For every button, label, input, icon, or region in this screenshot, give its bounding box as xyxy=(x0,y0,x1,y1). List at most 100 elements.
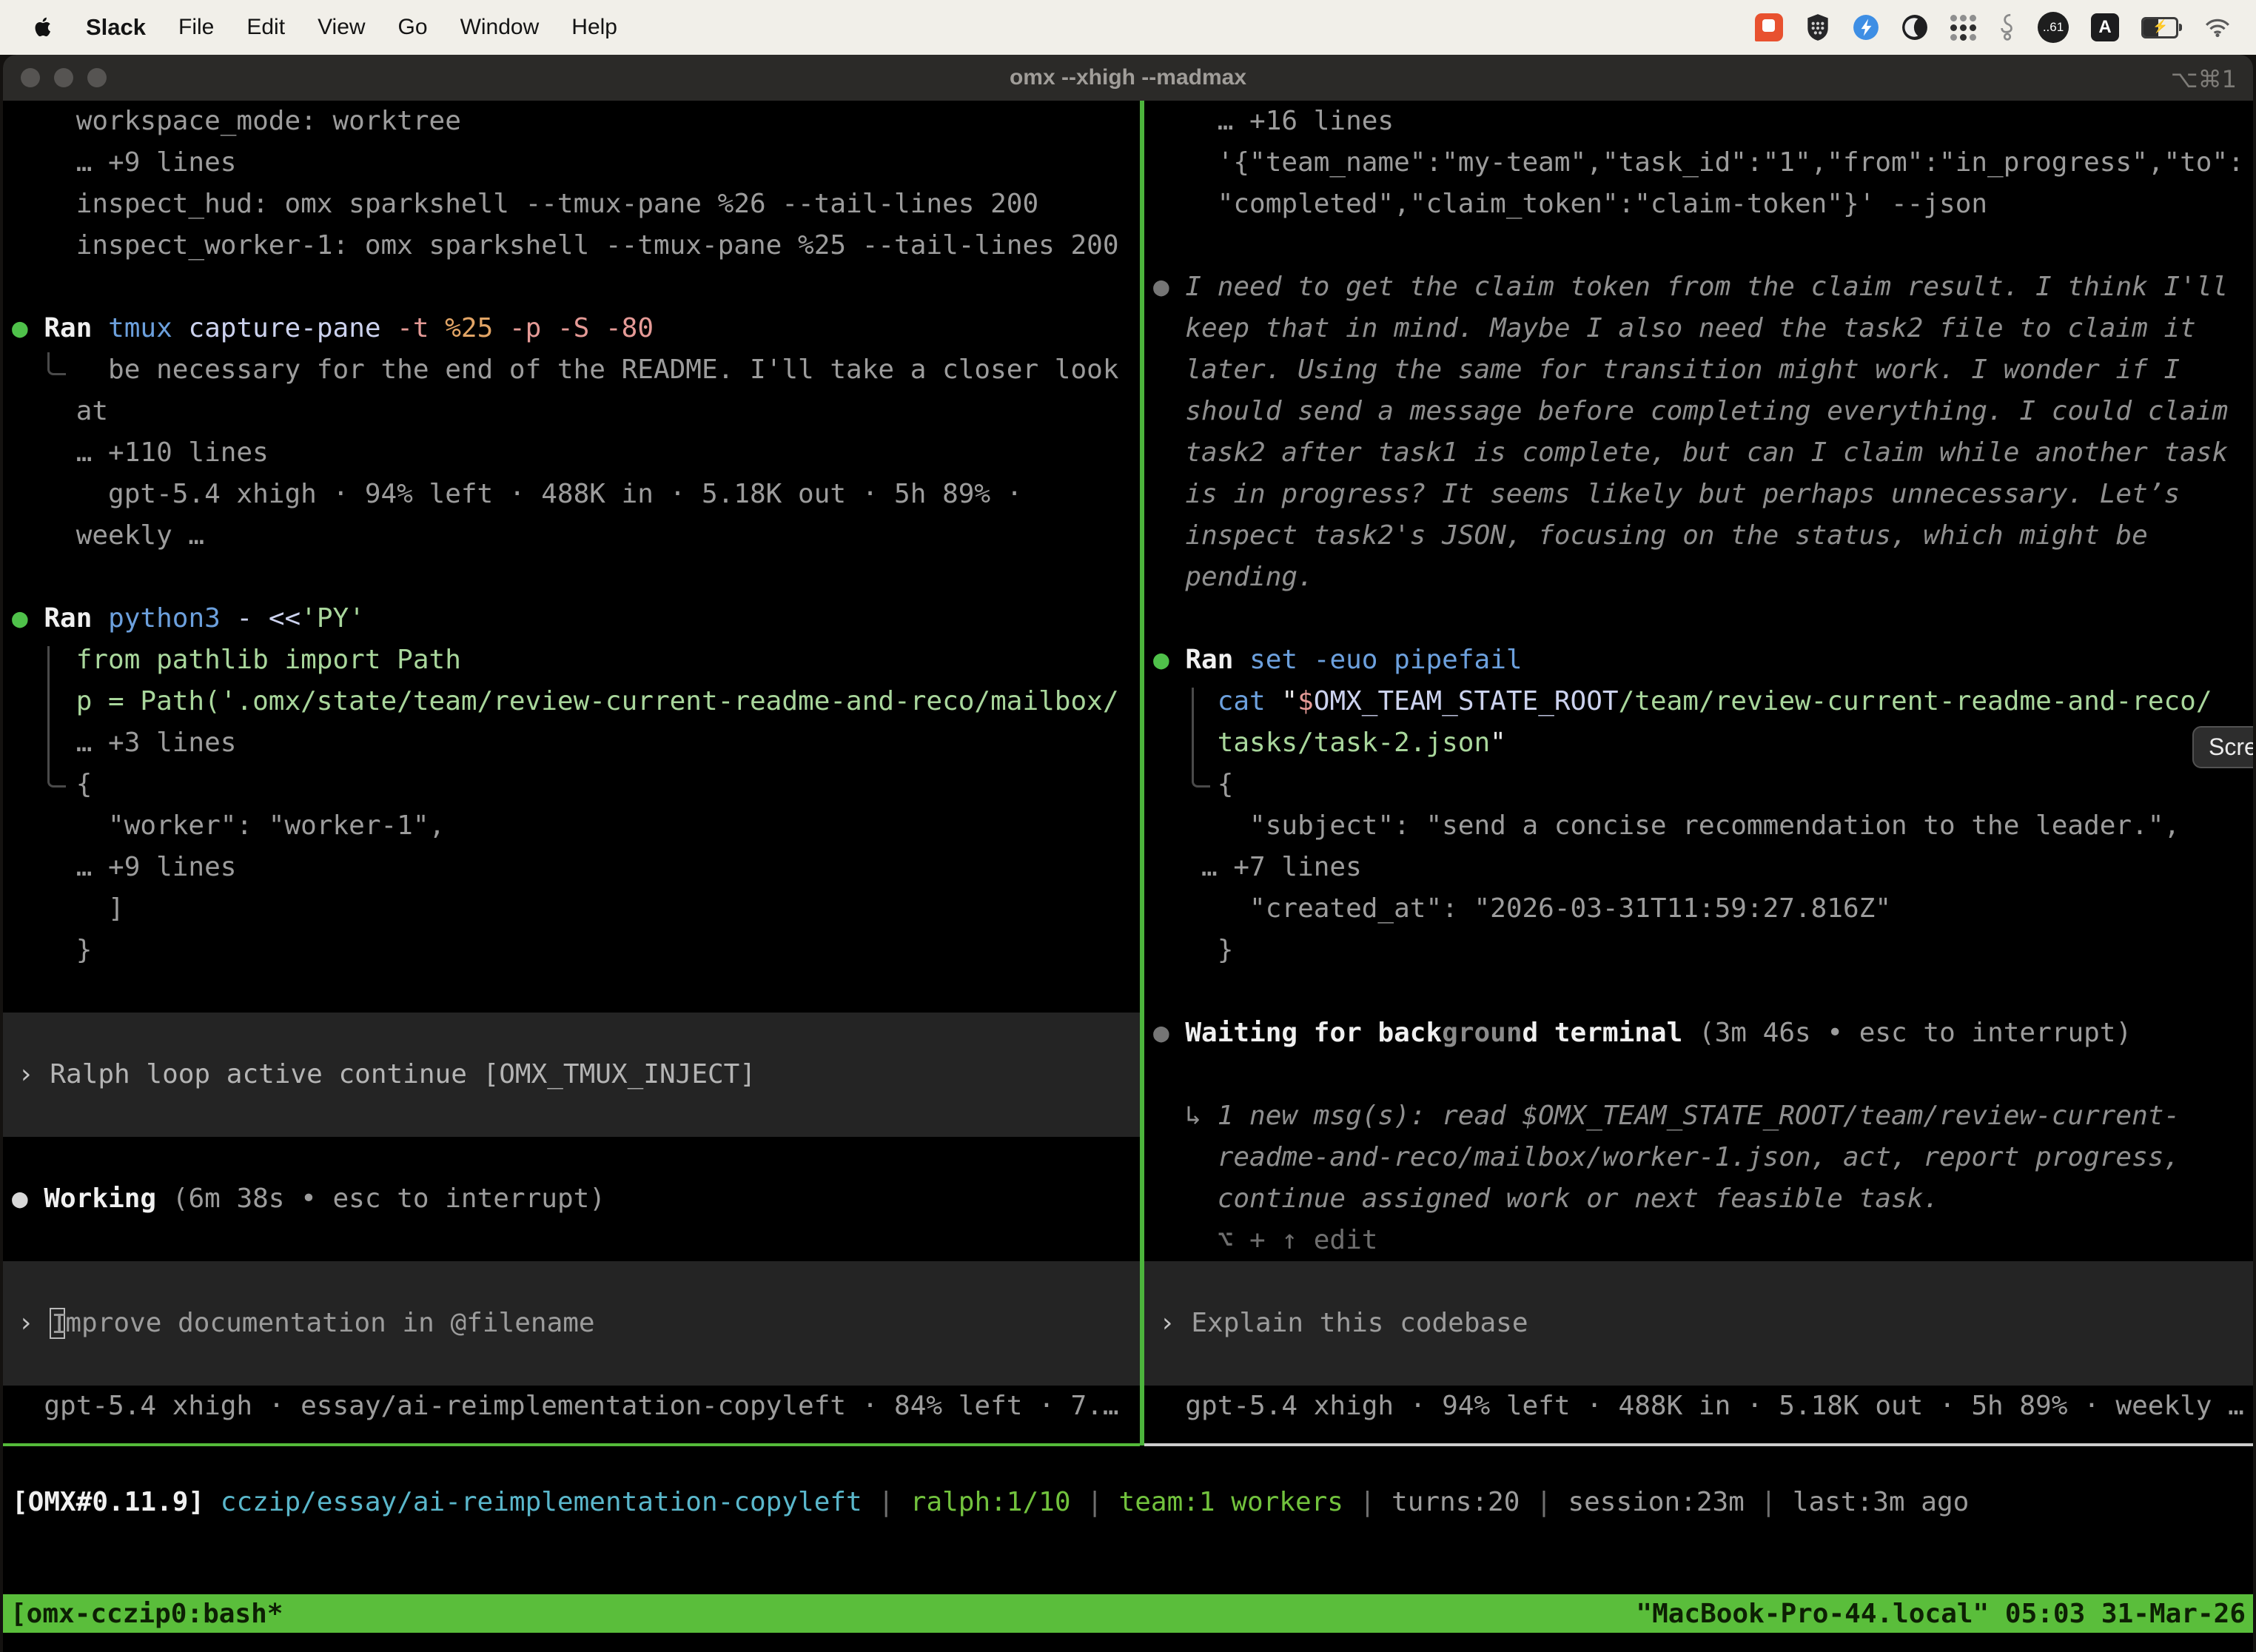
omx-status-line: [OMX#0.11.9] cczip/essay/ai-reimplementa… xyxy=(3,1482,2253,1523)
terminal-row: } xyxy=(1153,930,2253,971)
terminal-row: … +9 lines xyxy=(12,142,1140,184)
close-button[interactable] xyxy=(21,68,40,87)
text-cursor: I xyxy=(50,1308,65,1339)
hook-icon[interactable] xyxy=(1999,12,2015,43)
menu-file[interactable]: File xyxy=(178,15,214,40)
text-segment: ↳ 1 new msg(s): read $OMX_TEAM_STATE_ROO… xyxy=(1153,1101,2180,1131)
text-segment: team:1 workers xyxy=(1119,1487,1343,1517)
moon-circle-icon[interactable] xyxy=(1901,14,1928,41)
terminal-row: … +9 lines xyxy=(12,847,1140,888)
text-segment xyxy=(1169,1018,1186,1048)
text-segment: Ralph loop active continue [OMX_TMUX_INJ… xyxy=(50,1059,756,1089)
terminal-content: workspace_mode: worktree … +9 lines insp… xyxy=(3,101,2253,1652)
text-segment: … +9 lines xyxy=(12,147,236,178)
text-segment: ● xyxy=(1153,1018,1169,1048)
battery-charging-icon[interactable]: ⚡ xyxy=(2141,17,2182,38)
count-badge[interactable]: ..61 xyxy=(2038,12,2069,43)
terminal-row xyxy=(1153,1054,2253,1095)
text-segment: %25 xyxy=(429,313,494,343)
terminal-row: gpt-5.4 xhigh · essay/ai-reimplementatio… xyxy=(12,1386,1140,1427)
terminal-row: '{"team_name":"my-team","task_id":"1","f… xyxy=(1153,142,2253,184)
text-segment xyxy=(28,1183,44,1214)
text-segment: … +3 lines xyxy=(12,728,236,758)
text-segment: tmux xyxy=(92,313,172,343)
text-segment: groun xyxy=(1442,1018,1522,1048)
chat-app-icon[interactable] xyxy=(1755,13,1783,41)
apple-menu-icon[interactable] xyxy=(34,16,53,38)
screen-capture-tooltip: Scre xyxy=(2192,726,2253,768)
window-title: omx --xhigh --madmax xyxy=(3,65,2253,90)
text-segment: [OMX#0.11.9] xyxy=(12,1487,204,1517)
text-segment: /team/review-current-readme-and-reco/ xyxy=(1619,686,2212,716)
text-segment: keep that in mind. Maybe I also need the… xyxy=(1153,313,2196,343)
menu-window[interactable]: Window xyxy=(460,15,540,40)
text-segment: later. Using the same for transition mig… xyxy=(1153,355,2180,385)
text-segment: should send a message before completing … xyxy=(1153,396,2228,426)
terminal-row: { xyxy=(12,764,1140,805)
terminal-row: inspect_worker-1: omx sparkshell --tmux-… xyxy=(12,225,1140,266)
text-segment: at xyxy=(12,396,108,426)
text-segment: ⌥ + ↑ edit xyxy=(1153,1225,1377,1255)
text-segment: python3 xyxy=(92,603,220,634)
tmux-host-clock: "MacBook-Pro-44.local" 05:03 31-Mar-26 xyxy=(1636,1599,2246,1629)
text-segment: ] xyxy=(12,893,124,924)
text-segment: continue assigned work or next feasible … xyxy=(1153,1183,1939,1214)
terminal-row: … +7 lines xyxy=(1153,847,2253,888)
text-segment: gpt-5.4 xhigh · 94% left · 488K in · 5.1… xyxy=(1153,1391,2244,1421)
menu-help[interactable]: Help xyxy=(571,15,617,40)
dots-grid-icon[interactable] xyxy=(1950,14,1977,41)
text-segment: from pathlib import Path xyxy=(12,645,461,675)
terminal-row xyxy=(12,557,1140,598)
wifi-icon[interactable] xyxy=(2204,17,2231,38)
terminal-row: } xyxy=(12,930,1140,971)
tool-output-bracket xyxy=(1192,688,1210,788)
text-segment: ● xyxy=(12,313,28,343)
menu-view[interactable]: View xyxy=(318,15,365,40)
terminal-row: weekly … xyxy=(12,515,1140,557)
text-segment: Waiting for back xyxy=(1185,1018,1442,1048)
text-segment: "created_at": "2026-03-31T11:59:27.816Z" xyxy=(1153,893,1891,924)
text-segment: '{"team_name":"my-team","task_id":"1","f… xyxy=(1153,147,2244,178)
shield-grid-icon[interactable] xyxy=(1805,13,1830,42)
menu-left: Slack File Edit View Go Window Help xyxy=(0,14,617,41)
minimize-button[interactable] xyxy=(54,68,73,87)
terminal-row: inspect_hud: omx sparkshell --tmux-pane … xyxy=(12,184,1140,225)
terminal-row: ] xyxy=(12,888,1140,930)
text-segment: $ xyxy=(1297,686,1314,716)
prompt-suggestion[interactable]: › Ralph loop active continue [OMX_TMUX_I… xyxy=(3,1013,1140,1137)
text-segment: inspect_worker-1: omx sparkshell --tmux-… xyxy=(12,230,1119,261)
terminal-row xyxy=(12,266,1140,308)
title-bar: omx --xhigh --madmax ⌥⌘1 xyxy=(3,55,2253,101)
terminal-row: should send a message before completing … xyxy=(1153,391,2253,432)
terminal-row: readme-and-reco/mailbox/worker-1.json, a… xyxy=(1153,1137,2253,1178)
text-segment: -p -S -80 xyxy=(493,313,654,343)
menu-go[interactable]: Go xyxy=(398,15,428,40)
terminal-row: later. Using the same for transition mig… xyxy=(1153,349,2253,391)
terminal-row: "created_at": "2026-03-31T11:59:27.816Z" xyxy=(1153,888,2253,930)
terminal-row xyxy=(1153,225,2253,266)
app-menu-slack[interactable]: Slack xyxy=(86,14,146,41)
terminal-row: gpt-5.4 xhigh · 94% left · 488K in · 5.1… xyxy=(12,474,1140,515)
terminal-row: tasks/task-2.json" xyxy=(1153,722,2253,764)
text-segment: Ran xyxy=(44,603,92,634)
text-segment: readme-and-reco/mailbox/worker-1.json, a… xyxy=(1153,1142,2180,1172)
text-segment: workspace_mode: worktree xyxy=(12,106,461,136)
keyboard-layout-badge[interactable]: A xyxy=(2091,13,2119,41)
text-segment: d terminal xyxy=(1523,1018,1683,1048)
zoom-button[interactable] xyxy=(87,68,107,87)
text-segment: turns:20 xyxy=(1391,1487,1520,1517)
blue-lightning-icon[interactable] xyxy=(1853,14,1879,41)
terminal-row xyxy=(12,1137,1140,1178)
terminal-row: … +110 lines xyxy=(12,432,1140,474)
text-segment: weekly … xyxy=(12,520,204,551)
terminal-row: cat "$OMX_TEAM_STATE_ROOT/team/review-cu… xyxy=(1153,681,2253,722)
prompt-suggestion[interactable]: › Improve documentation in @filename xyxy=(3,1261,1140,1386)
text-segment xyxy=(1169,645,1186,675)
terminal-row: ● Working (6m 38s • esc to interrupt) xyxy=(12,1178,1140,1220)
menu-edit[interactable]: Edit xyxy=(246,15,285,40)
text-segment: I need to get the claim token from the c… xyxy=(1169,272,2228,302)
text-segment: "completed","claim_token":"claim-token"}… xyxy=(1153,189,1987,219)
terminal-row: ● I need to get the claim token from the… xyxy=(1153,266,2253,308)
text-segment: last:3m ago xyxy=(1793,1487,1969,1517)
prompt-suggestion[interactable]: › Explain this codebase xyxy=(1144,1261,2253,1386)
